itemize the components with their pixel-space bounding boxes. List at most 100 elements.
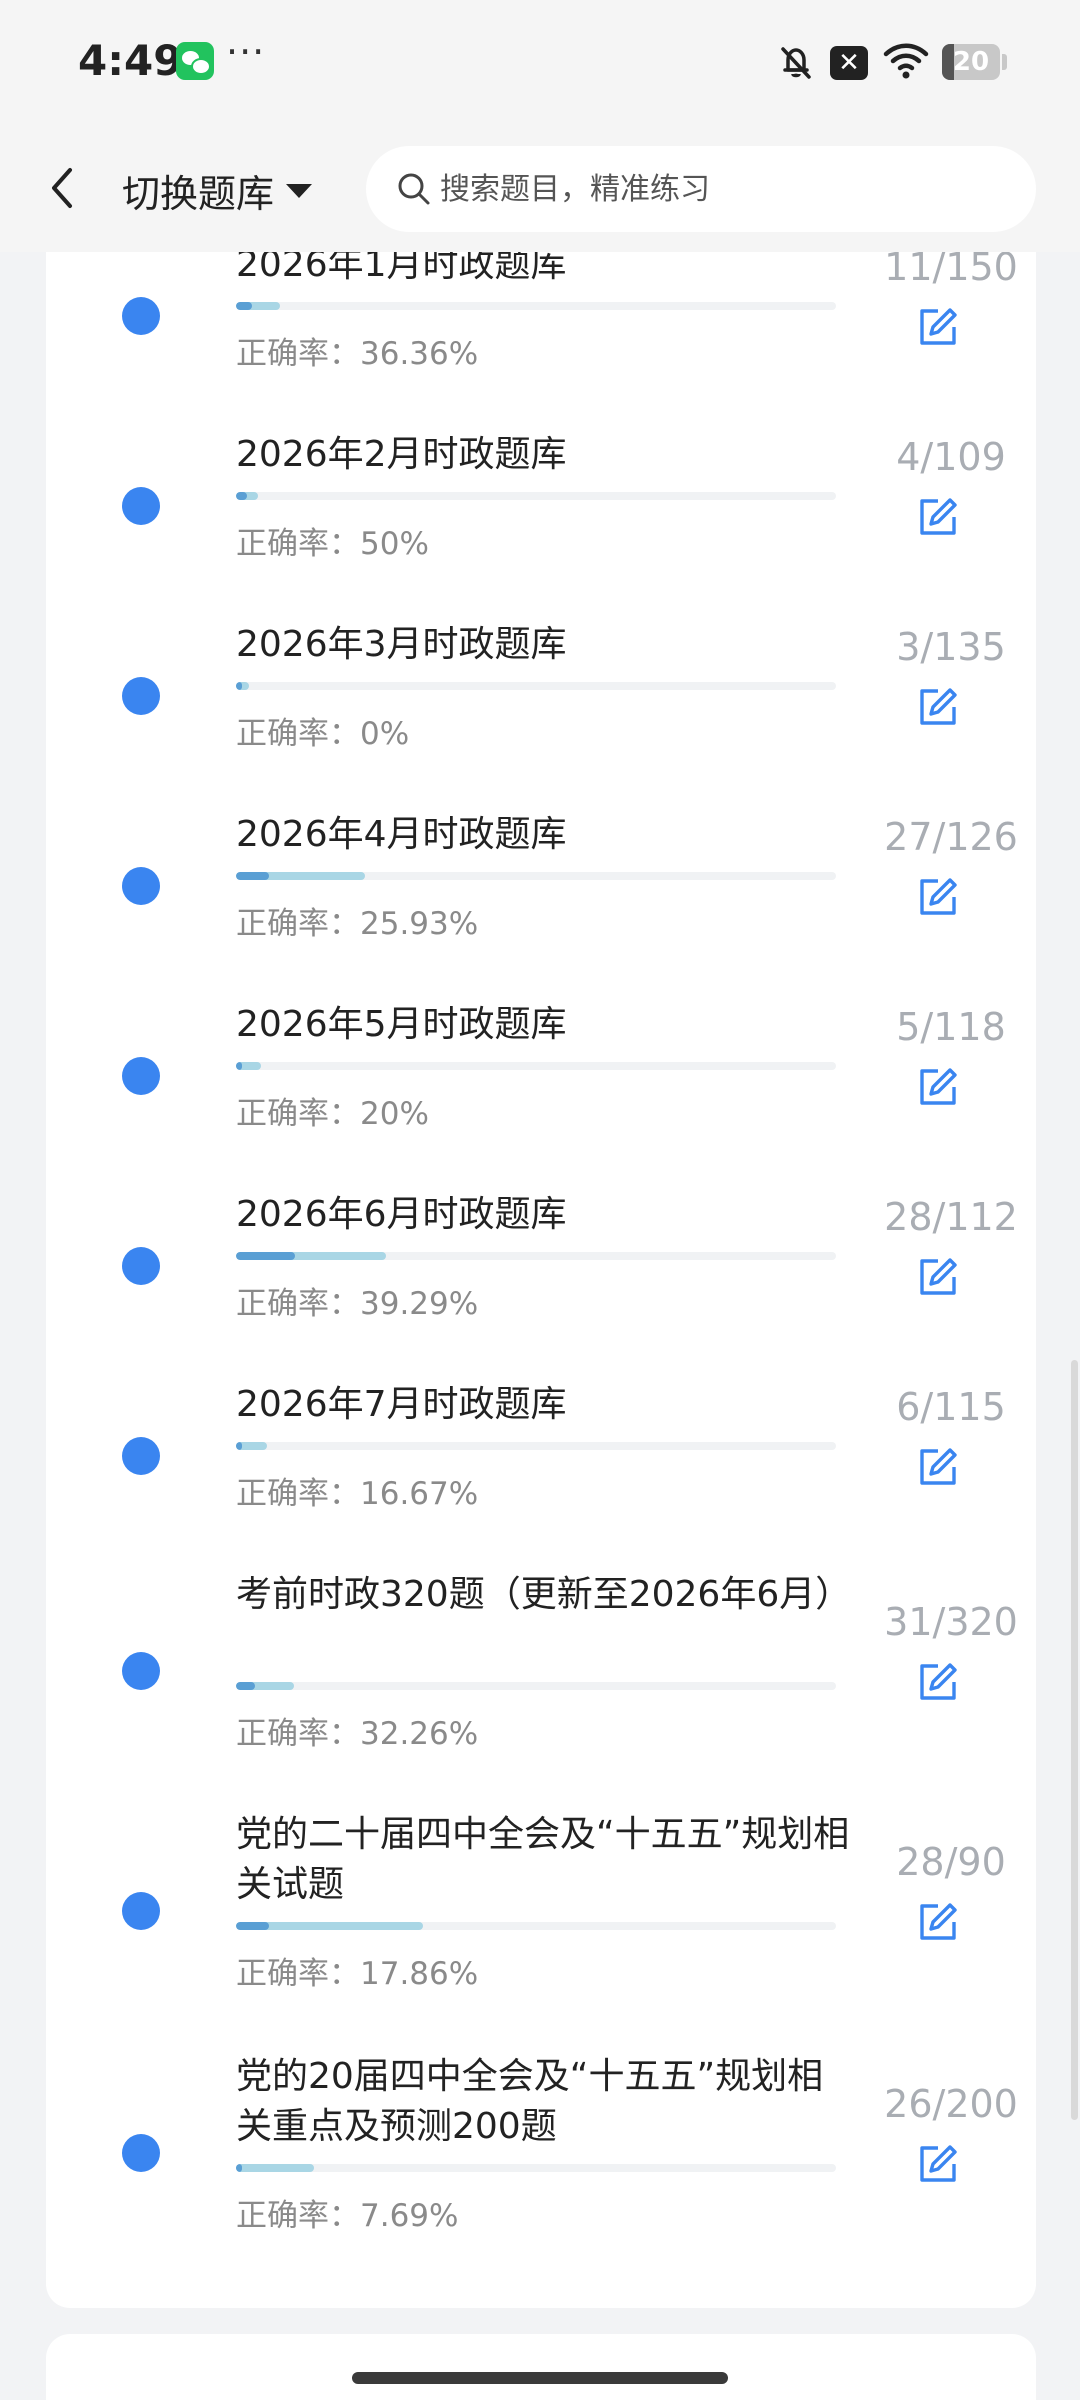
bank-item[interactable]: 2026年7月时政题库正确率：16.67% 6/115 xyxy=(46,1380,1036,1514)
progress-done-fill xyxy=(236,2164,314,2172)
item-title: 党的20届四中全会及“十五五”规划相关重点及预测200题 xyxy=(236,2056,824,2147)
item-title: 考前时政320题（更新至2026年6月） xyxy=(236,1574,852,1615)
item-accuracy: 正确率：16.67% xyxy=(236,1476,479,1512)
next-section-card xyxy=(46,2334,1036,2400)
bank-item[interactable]: 党的20届四中全会及“十五五”规划相关重点及预测200题正确率：7.69% 26/… xyxy=(46,2052,1036,2236)
item-count: 5/118 xyxy=(896,1005,1006,1049)
item-title: 2026年7月时政题库 xyxy=(236,1384,567,1425)
item-count: 28/112 xyxy=(884,1195,1018,1239)
edit-icon[interactable] xyxy=(916,2142,960,2186)
back-button[interactable] xyxy=(38,158,88,218)
item-title: 2026年5月时政题库 xyxy=(236,1004,567,1045)
item-status-dot xyxy=(122,487,160,525)
item-count: 31/320 xyxy=(884,1600,1018,1644)
item-count: 28/90 xyxy=(896,1840,1006,1884)
edit-icon[interactable] xyxy=(916,875,960,919)
progress-correct-fill xyxy=(236,302,252,310)
progress-correct-fill xyxy=(236,1922,269,1930)
bell-off-icon xyxy=(781,47,811,79)
edit-icon[interactable] xyxy=(916,1900,960,1944)
item-count: 27/126 xyxy=(884,815,1018,859)
progress-bar xyxy=(236,302,836,310)
status-time: 4:49 xyxy=(78,36,183,85)
progress-bar xyxy=(236,872,836,880)
bank-item[interactable]: 2026年1月时政题库 正确率：36.36% 11/150 xyxy=(46,240,1036,374)
item-status-dot xyxy=(122,1652,160,1690)
item-status-dot xyxy=(122,1892,160,1930)
caret-down-icon xyxy=(286,184,313,198)
item-status-dot xyxy=(122,677,160,715)
progress-correct-fill xyxy=(236,1442,242,1450)
battery-tip xyxy=(1002,54,1007,70)
switch-bank-label: 切换题库 xyxy=(122,171,275,216)
progress-correct-fill xyxy=(236,872,269,880)
progress-bar xyxy=(236,682,836,690)
item-title: 党的二十届四中全会及“十五五”规划相关试题 xyxy=(236,1814,850,1905)
edit-icon[interactable] xyxy=(916,495,960,539)
item-title: 2026年6月时政题库 xyxy=(236,1194,567,1235)
progress-bar xyxy=(236,1682,836,1690)
search-bar[interactable] xyxy=(366,146,1036,232)
progress-bar xyxy=(236,1062,836,1070)
edit-icon[interactable] xyxy=(916,1445,960,1489)
battery-indicator: 20 xyxy=(942,44,1000,80)
item-accuracy: 正确率：39.29% xyxy=(236,1286,479,1322)
switch-bank-dropdown[interactable]: 切换题库 xyxy=(122,160,313,220)
bank-item[interactable]: 2026年4月时政题库正确率：25.93% 27/126 xyxy=(46,810,1036,944)
item-status-dot xyxy=(122,1247,160,1285)
progress-correct-fill xyxy=(236,1062,242,1070)
status-bar: 4:49 ··· ✕ 20 xyxy=(0,0,1080,126)
item-status-dot xyxy=(122,867,160,905)
wifi-icon xyxy=(883,43,929,79)
item-status-dot xyxy=(122,1437,160,1475)
more-notifications-icon: ··· xyxy=(226,30,266,74)
progress-correct-fill xyxy=(236,2164,242,2172)
question-bank-list: 2026年1月时政题库 正确率：36.36% 11/150 2026年2月时政题库 正确… xyxy=(46,210,1036,2308)
edit-icon[interactable] xyxy=(916,305,960,349)
item-count: 4/109 xyxy=(896,435,1006,479)
edit-icon[interactable] xyxy=(916,1255,960,1299)
progress-bar xyxy=(236,1442,836,1450)
bank-item[interactable]: 党的二十届四中全会及“十五五”规划相关试题 正确率：17.86% 28/90 xyxy=(46,1810,1036,1994)
item-count: 6/115 xyxy=(896,1385,1006,1429)
item-count: 26/200 xyxy=(884,2082,1018,2126)
progress-bar xyxy=(236,2164,836,2172)
item-accuracy: 正确率：50% xyxy=(236,526,429,562)
item-accuracy: 正确率：25.93% xyxy=(236,906,479,942)
bank-item[interactable]: 2026年5月时政题库正确率：20% 5/118 xyxy=(46,1000,1036,1134)
search-icon xyxy=(398,173,430,205)
item-status-dot xyxy=(122,1057,160,1095)
item-accuracy: 正确率：20% xyxy=(236,1096,429,1132)
item-title: 2026年4月时政题库 xyxy=(236,814,567,855)
scrollbar[interactable] xyxy=(1071,1360,1078,2120)
bank-item[interactable]: 2026年6月时政题库正确率：39.29% 28/112 xyxy=(46,1190,1036,1324)
item-status-dot xyxy=(122,297,160,335)
bank-item[interactable]: 考前时政320题（更新至2026年6月） 正确率：32.26% 31/320 xyxy=(46,1570,1036,1754)
top-bar: 切换题库 xyxy=(0,126,1080,252)
bank-item[interactable]: 2026年2月时政题库正确率：50% 4/109 xyxy=(46,430,1036,564)
item-title: 2026年3月时政题库 xyxy=(236,624,567,665)
progress-bar xyxy=(236,1922,836,1930)
item-count: 3/135 xyxy=(896,625,1006,669)
wechat-notification-icon xyxy=(176,42,214,80)
progress-bar xyxy=(236,1252,836,1260)
progress-correct-fill xyxy=(236,682,242,690)
battery-level: 20 xyxy=(952,47,990,77)
progress-bar xyxy=(236,492,836,500)
edit-icon[interactable] xyxy=(916,685,960,729)
home-indicator[interactable] xyxy=(352,2372,728,2384)
progress-correct-fill xyxy=(236,1252,295,1260)
bank-item[interactable]: 2026年3月时政题库正确率：0% 3/135 xyxy=(46,620,1036,754)
item-accuracy: 正确率：36.36% xyxy=(236,336,479,372)
close-box-icon: ✕ xyxy=(830,46,868,80)
item-accuracy: 正确率：7.69% xyxy=(236,2198,459,2234)
search-input[interactable] xyxy=(440,171,1000,207)
edit-icon[interactable] xyxy=(916,1065,960,1109)
item-status-dot xyxy=(122,2134,160,2172)
progress-correct-fill xyxy=(236,492,247,500)
item-accuracy: 正确率：32.26% xyxy=(236,1716,479,1752)
item-title: 2026年2月时政题库 xyxy=(236,434,567,475)
edit-icon[interactable] xyxy=(916,1660,960,1704)
item-accuracy: 正确率：0% xyxy=(236,716,410,752)
progress-correct-fill xyxy=(236,1682,255,1690)
